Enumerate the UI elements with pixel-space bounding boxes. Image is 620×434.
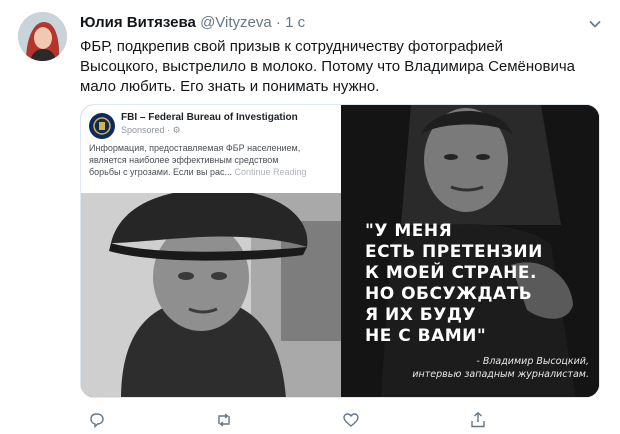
fb-page-name: FBI – Federal Bureau of Investigation [121,112,298,123]
fb-ad-text: является наиболее эффективным средством [89,155,279,165]
fb-ad-text: Информация, предоставляемая ФБР населени… [89,143,301,153]
fb-sponsored-label: Sponsored · ⚙ [121,125,181,135]
right-image[interactable]: "У МЕНЯ ЕСТЬ ПРЕТЕНЗИИ К МОЕЙ СТРАНЕ. НО… [341,105,599,397]
retweet-icon[interactable] [215,411,233,429]
quote-line: НЕ С ВАМИ" [365,326,487,346]
quote-line: К МОЕЙ СТРАНЕ. [365,263,537,283]
vysotsky-photo-left [81,181,341,397]
quote-line: Я ИХ БУДУ [365,305,477,325]
fb-continue-reading: Continue Reading [234,167,307,177]
fb-ad-card: FBI – Federal Bureau of Investigation Sp… [81,105,341,193]
avatar[interactable] [18,12,67,61]
separator-dot: · [275,14,281,31]
tweet-actions [80,411,600,431]
tweet-text-line: ФБР, подкрепив свой призыв к сотрудничес… [80,38,504,55]
fb-ad-text: борьбы с угрозами. Если вы рас... [89,167,232,177]
author-name[interactable]: Юлия Витязева [80,14,196,31]
quote-line: ЕСТЬ ПРЕТЕНЗИИ [365,242,543,262]
tweet-header: Юлия Витязева @Vityzeva · 1 с [80,14,305,31]
reply-icon[interactable] [88,411,106,429]
attribution-line: - Владимир Высоцкий, [476,356,589,367]
tweet-media[interactable]: FBI – Federal Bureau of Investigation Sp… [80,104,600,398]
fbi-seal-icon [89,113,115,139]
quote-attribution: - Владимир Высоцкий, интервью западным ж… [412,355,589,381]
quote-text: "У МЕНЯ ЕСТЬ ПРЕТЕНЗИИ К МОЕЙ СТРАНЕ. НО… [365,221,543,347]
tweet-text-line: Высоцкого, выстрелило в молоко. Потому ч… [80,58,576,75]
author-handle[interactable]: @Vityzeva [200,14,272,31]
left-image[interactable]: FBI – Federal Bureau of Investigation Sp… [81,105,341,397]
fb-ad-text-last: борьбы с угрозами. Если вы рас... Contin… [89,167,307,177]
chevron-down-icon[interactable] [588,17,602,31]
tweet-text-line: мало любить. Его знать и понимать нужно. [80,78,380,95]
quote-line: НО ОБСУЖДАТЬ [365,284,533,304]
attribution-line: интервью западным журналистам. [412,369,589,380]
timestamp[interactable]: 1 с [285,14,305,31]
tweet-text: ФБР, подкрепив свой призыв к сотрудничес… [80,37,600,97]
like-icon[interactable] [342,411,360,429]
share-icon[interactable] [469,411,487,429]
quote-line: "У МЕНЯ [365,221,453,241]
